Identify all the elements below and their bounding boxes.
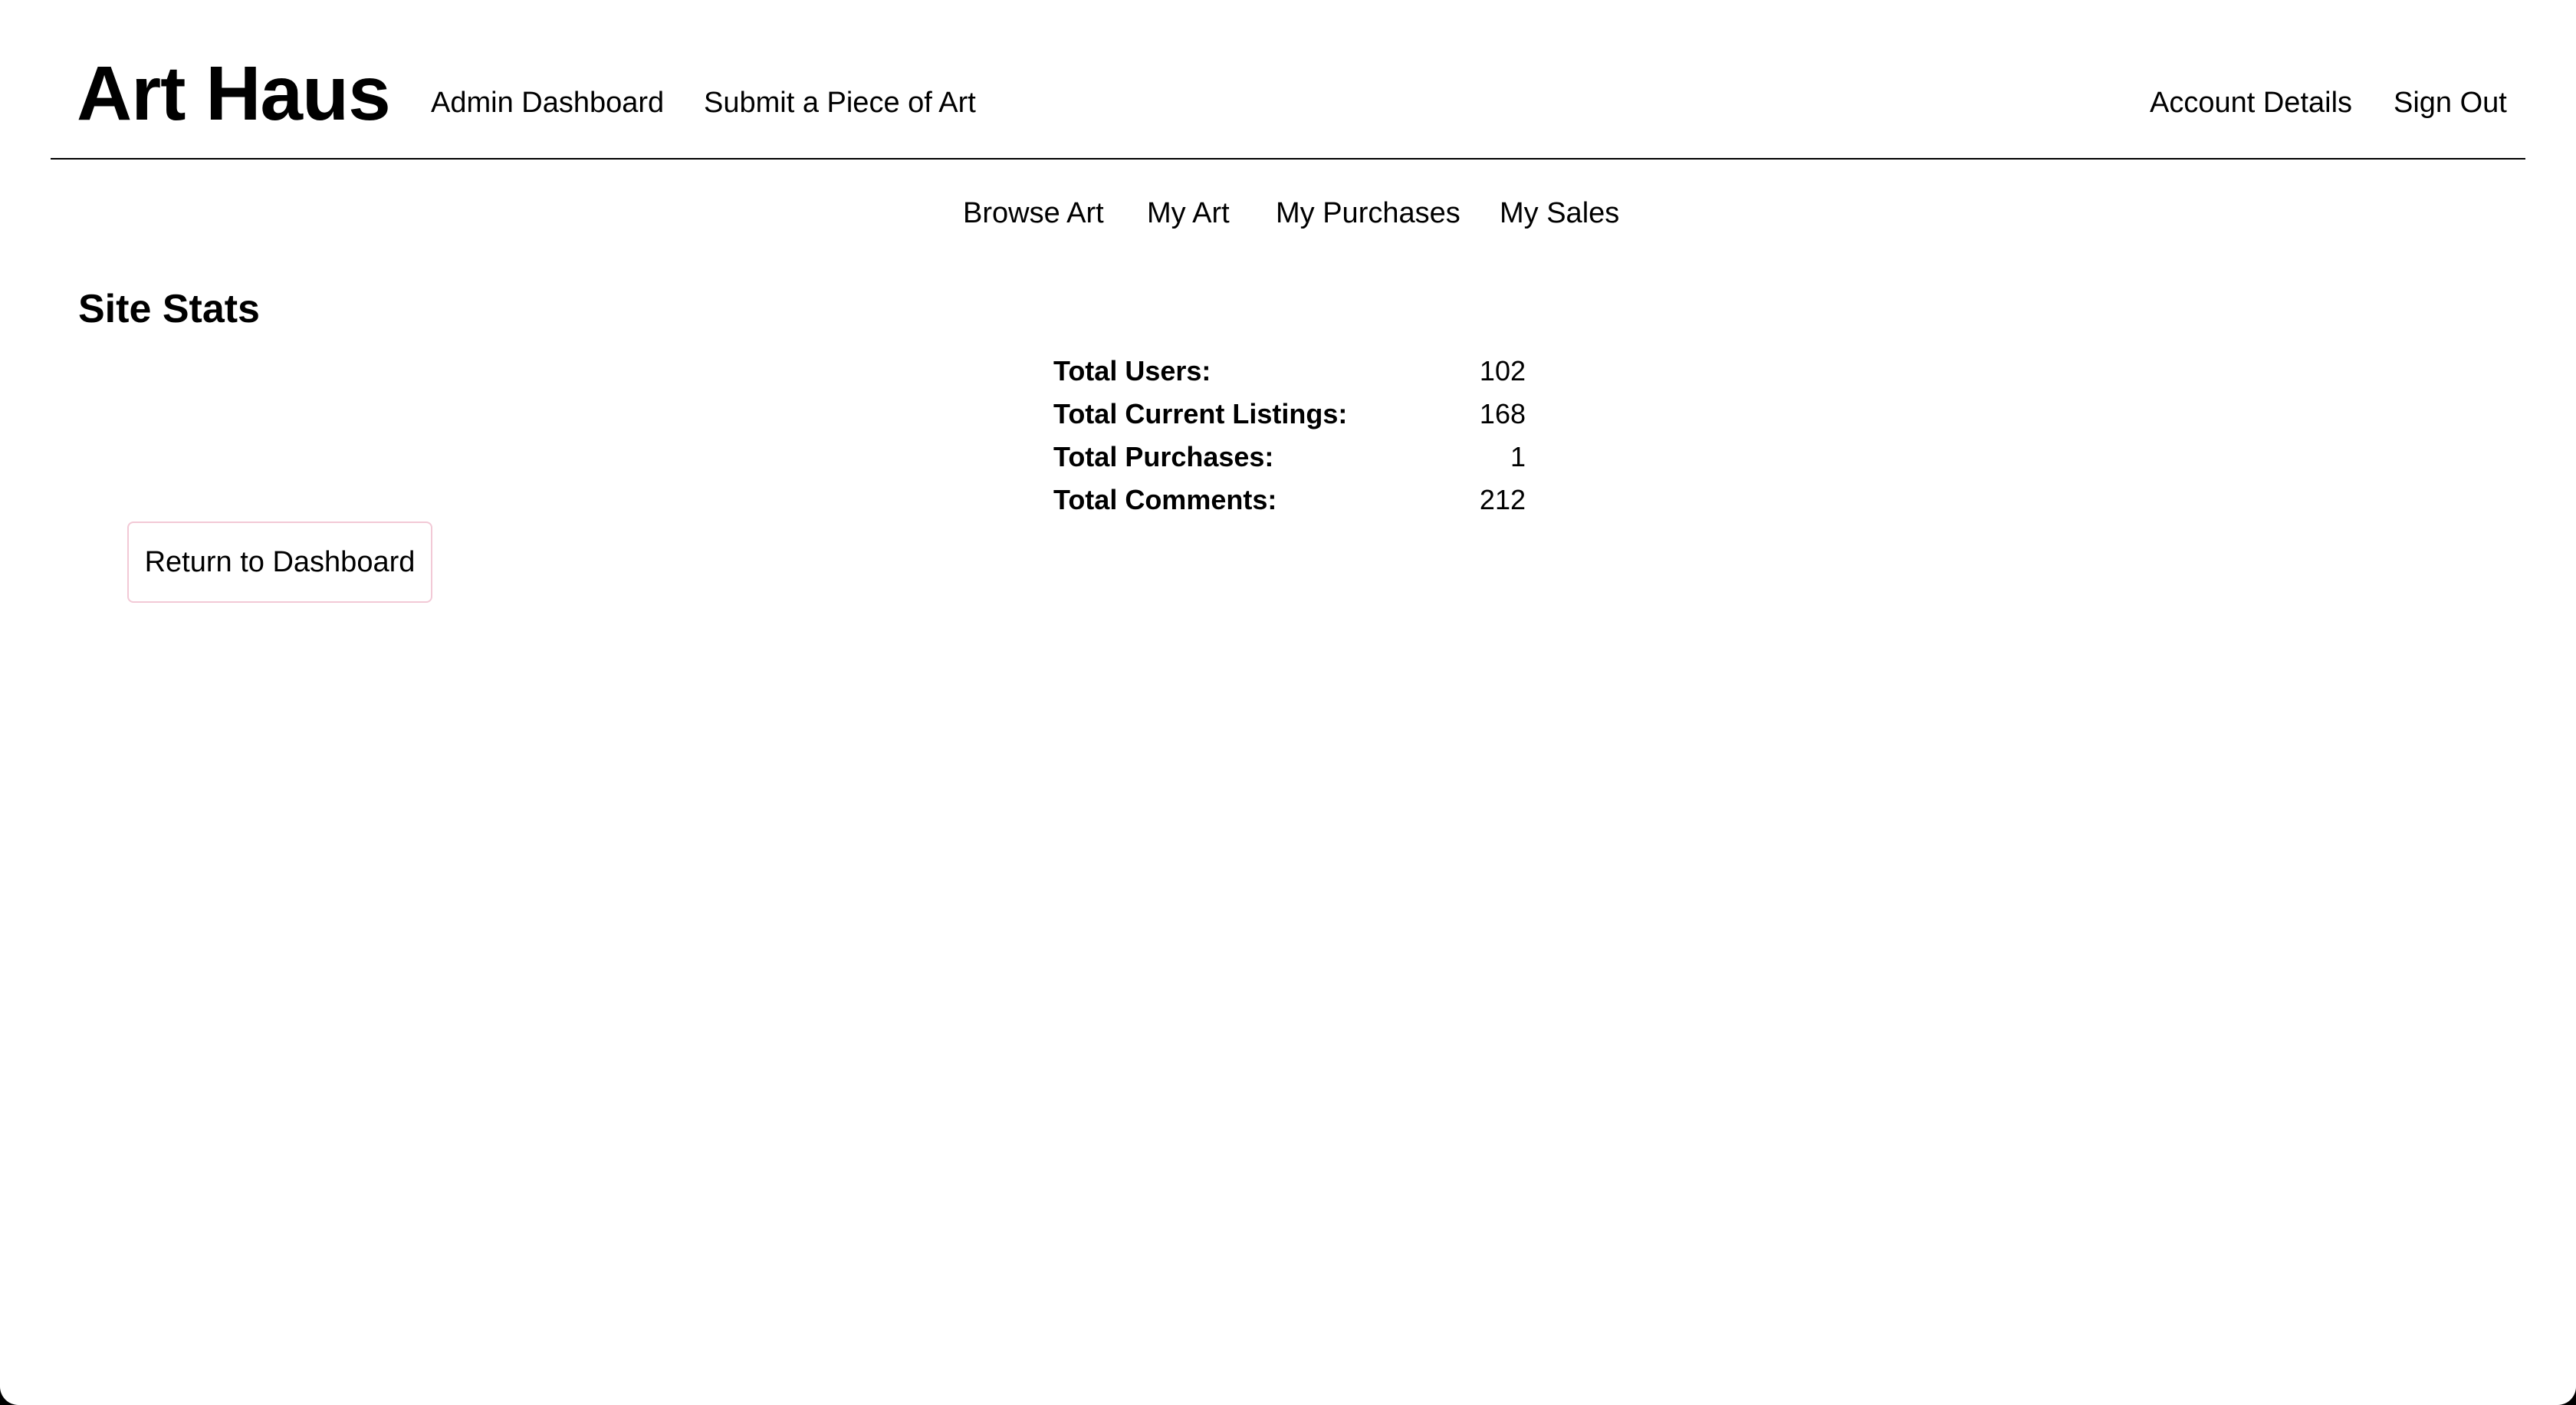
nav-link-admin-dashboard[interactable]: Admin Dashboard [431, 83, 664, 123]
stat-row: Total Comments: 212 [1053, 479, 1526, 522]
stat-label: Total Current Listings: [1053, 398, 1348, 429]
stat-row: Total Users: 102 [1053, 350, 1526, 393]
stat-value: 212 [1479, 484, 1526, 515]
subnav-item-my-purchases[interactable]: My Purchases [1276, 192, 1460, 235]
page: Art Haus Admin Dashboard Submit a Piece … [0, 0, 2576, 1405]
stat-label: Total Comments: [1053, 484, 1277, 515]
subnav-item-my-sales[interactable]: My Sales [1500, 192, 1619, 235]
site-logo[interactable]: Art Haus [77, 48, 391, 140]
nav-link-submit-art[interactable]: Submit a Piece of Art [704, 83, 976, 123]
site-header: Art Haus Admin Dashboard Submit a Piece … [51, 0, 2525, 160]
nav-link-sign-out[interactable]: Sign Out [2394, 83, 2507, 123]
subnav-item-browse-art[interactable]: Browse Art [963, 192, 1104, 235]
stat-label: Total Users: [1053, 355, 1211, 387]
return-to-dashboard-button[interactable]: Return to Dashboard [127, 522, 432, 603]
subnav-item-my-art[interactable]: My Art [1147, 192, 1230, 235]
stat-value: 102 [1479, 355, 1526, 387]
page-title: Site Stats [78, 287, 260, 331]
stats-table: Total Users: 102 Total Current Listings:… [1053, 350, 1526, 522]
nav-link-account-details[interactable]: Account Details [2150, 83, 2352, 123]
stat-row: Total Purchases: 1 [1053, 436, 1526, 479]
stat-value: 1 [1510, 441, 1526, 472]
stat-label: Total Purchases: [1053, 441, 1274, 472]
secondary-nav: Browse Art My Art My Purchases My Sales [0, 192, 2576, 238]
stat-value: 168 [1479, 398, 1526, 429]
stat-row: Total Current Listings: 168 [1053, 393, 1526, 436]
